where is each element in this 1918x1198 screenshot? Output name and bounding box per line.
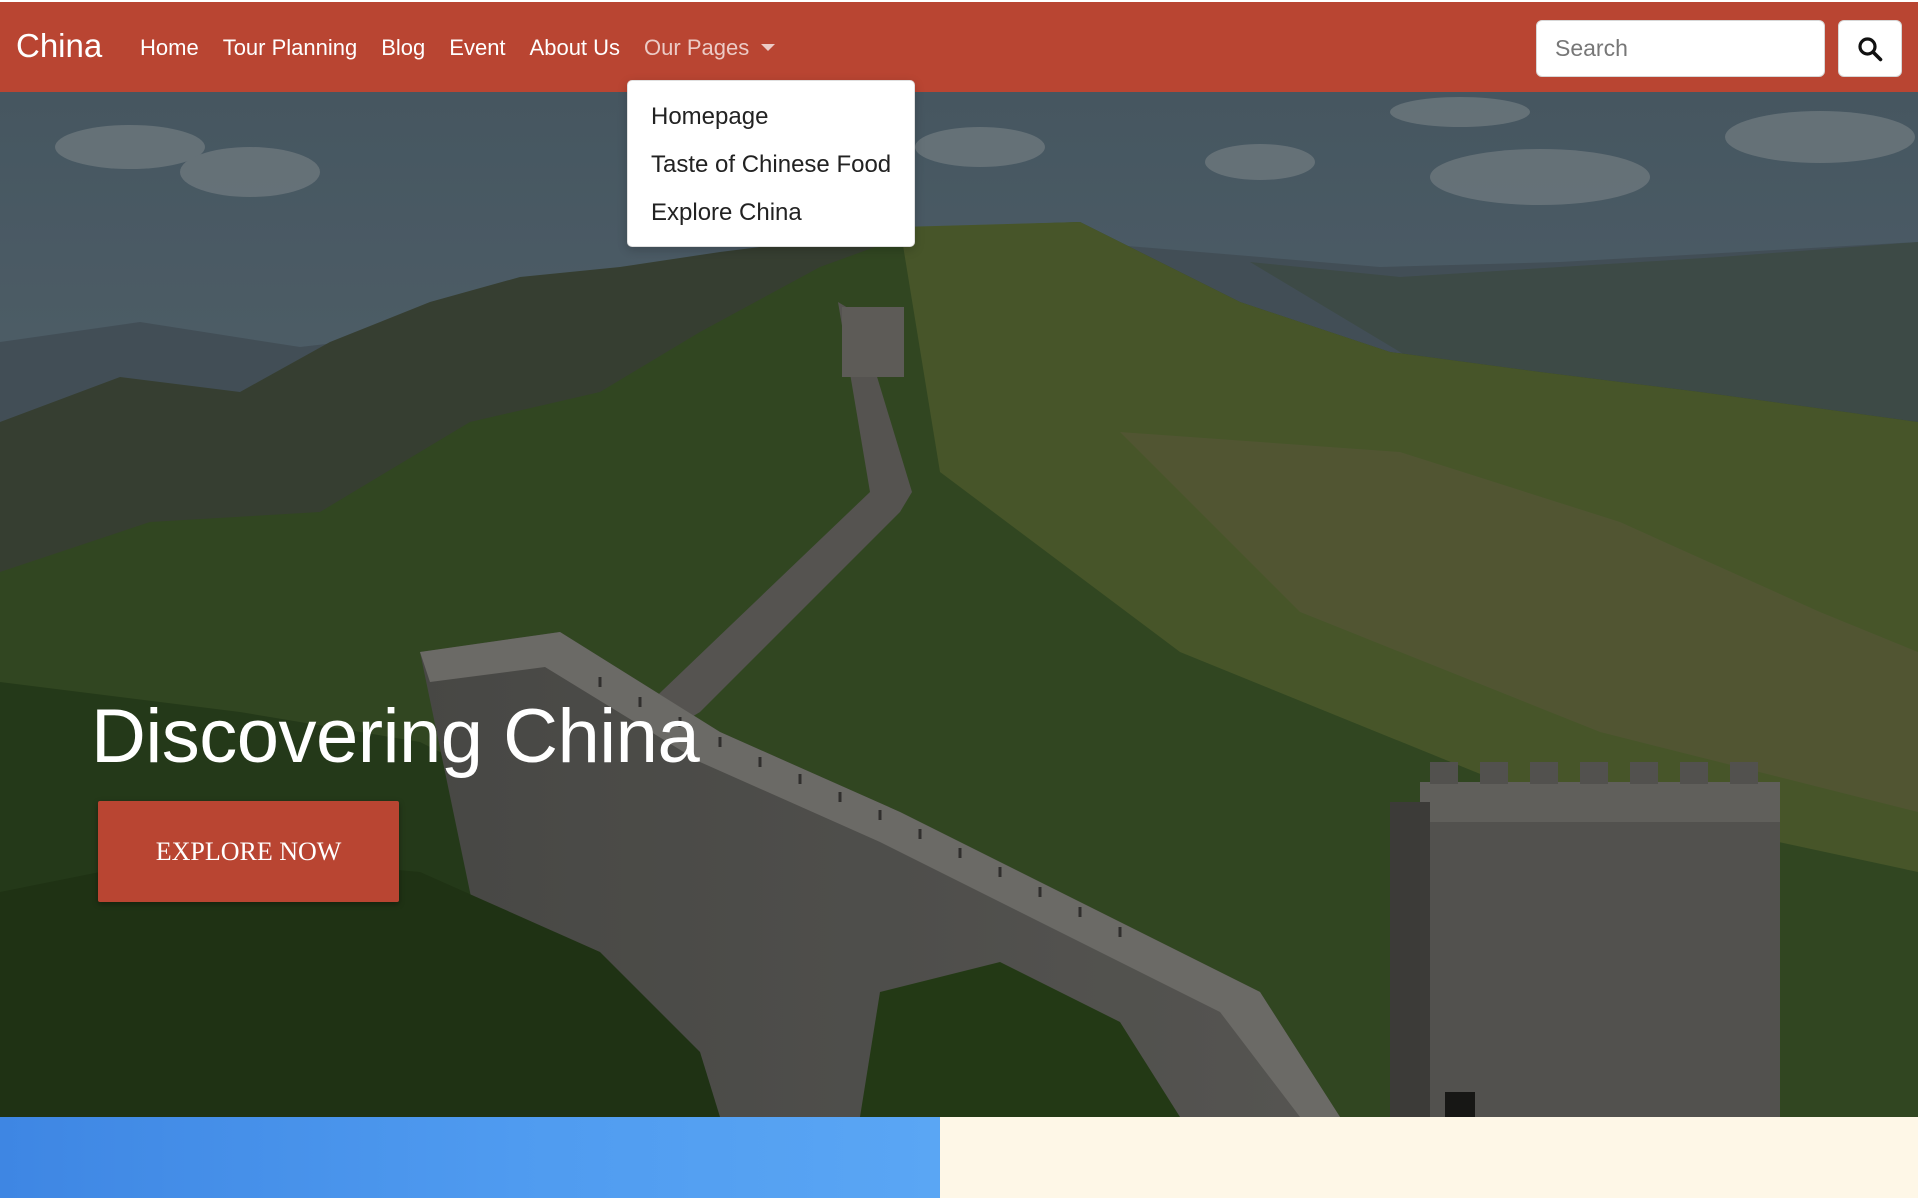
- nav-blog-link[interactable]: Blog: [369, 30, 437, 66]
- nav-home-link[interactable]: Home: [140, 30, 211, 66]
- dropdown-item-explore-china[interactable]: Explore China: [628, 193, 914, 241]
- section-preview-panel-right: [940, 1117, 1918, 1198]
- section-preview-image-left: [0, 1117, 940, 1198]
- our-pages-dropdown-menu: Homepage Taste of Chinese Food Explore C…: [627, 80, 915, 247]
- our-pages-label: Our Pages: [644, 35, 750, 60]
- top-navbar: China Home Tour Planning Blog Event Abou…: [0, 0, 1918, 92]
- nav-links: Home Tour Planning Blog Event About Us O…: [140, 30, 787, 66]
- nav-our-pages-dropdown-toggle[interactable]: Our Pages: [632, 30, 787, 66]
- search-icon: [1858, 36, 1883, 61]
- caret-down-icon: [761, 44, 776, 51]
- search-button[interactable]: [1838, 20, 1902, 77]
- hero-section: Discovering China EXPLORE NOW: [0, 92, 1918, 1117]
- nav-about-us-link[interactable]: About Us: [518, 30, 633, 66]
- great-wall-hero-image: [0, 92, 1918, 1117]
- brand-logo[interactable]: China: [16, 24, 102, 68]
- dropdown-item-taste-of-chinese-food[interactable]: Taste of Chinese Food: [628, 145, 914, 193]
- hero-title: Discovering China: [91, 694, 700, 779]
- explore-now-button[interactable]: EXPLORE NOW: [98, 801, 399, 902]
- nav-tour-planning-link[interactable]: Tour Planning: [211, 30, 370, 66]
- dropdown-item-homepage[interactable]: Homepage: [628, 97, 914, 145]
- search-input[interactable]: [1536, 20, 1825, 77]
- nav-event-link[interactable]: Event: [437, 30, 517, 66]
